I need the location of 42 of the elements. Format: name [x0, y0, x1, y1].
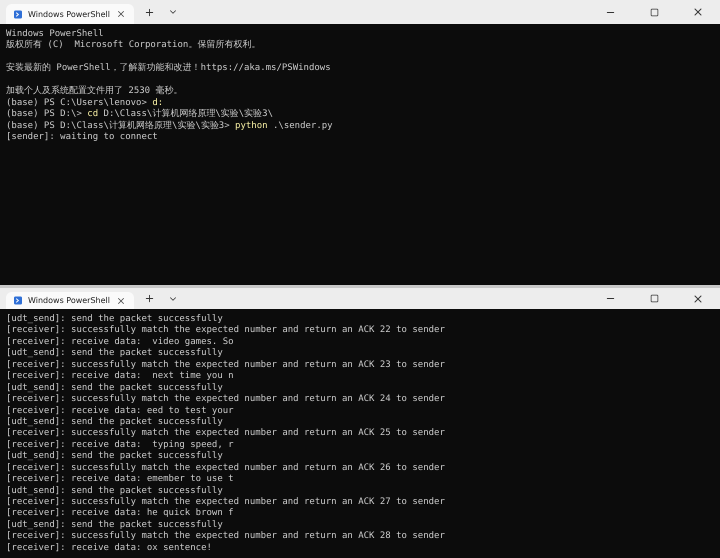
- output-text: [receiver]: successfully match the expected number and return an ACK 26 to sender: [6, 462, 445, 473]
- output-text: [receiver]: receive data: video games. So: [6, 336, 234, 347]
- output-text: [udt_send]: send the packet successfully: [6, 314, 223, 324]
- output-text: (base) PS D:\Class\计算机网络原理\实验\实验3>: [6, 120, 231, 130]
- output-text: [receiver]: receive data: eed to test your: [6, 406, 234, 416]
- powershell-icon: [14, 8, 22, 20]
- output-text: [udt_send]: send the packet successfully: [6, 520, 223, 530]
- output-text: [udt_send]: send the packet successfully: [6, 451, 223, 462]
- output-text: [receiver]: receive data: typing speed, r: [6, 440, 234, 450]
- output-text: [udt_send]: send the packet successfully: [6, 348, 223, 358]
- output-text: [receiver]: receive data: emember to use t: [6, 474, 234, 484]
- output-text: [receiver]: successfully match the expected number and return an ACK 22 to sender: [6, 325, 445, 336]
- output-text: [udt_send]: send the packet successfully: [6, 486, 223, 496]
- command-text: cd: [87, 109, 98, 120]
- tab-title: Windows PowerShell: [28, 10, 110, 18]
- output-text: [receiver]: successfully match the expected number and return an ACK 25 to sender: [6, 428, 445, 438]
- output-text: .\sender.py: [272, 120, 333, 130]
- output-text: [sender]: waiting to connect: [6, 132, 158, 142]
- terminal-tab[interactable]: Windows PowerShell: [6, 292, 134, 309]
- output-text: (base) PS C:\Users\lenovo>: [6, 98, 148, 108]
- output-text: 版权所有 (C) Microsoft Corporation。保留所有权利。: [6, 40, 260, 50]
- output-text: [receiver]: successfully match the expected number and return an ACK 23 to sender: [6, 360, 445, 370]
- command-text: d:: [152, 98, 164, 108]
- output-text: 安装最新的 PowerShell，了解新功能和改进！https://aka.ms/PSWindows: [6, 63, 331, 74]
- output-text: Windows PowerShell: [6, 29, 104, 39]
- output-text: [udt_send]: send the packet successfully: [6, 416, 223, 427]
- output-text: [receiver]: successfully match the expected number and return an ACK 28 to sender: [6, 531, 445, 542]
- output-text: [receiver]: successfully match the expected number and return an ACK 27 to sender: [6, 497, 445, 507]
- output-text: [udt_send]: send the packet successfully: [6, 382, 223, 393]
- output-text: (base) PS D:\>: [6, 109, 83, 120]
- command-text: python: [235, 120, 268, 130]
- output-text: 加载个人及系统配置文件用了 2530 毫秒。: [6, 86, 183, 96]
- powershell-icon: [14, 295, 22, 306]
- terminal-tab[interactable]: Windows PowerShell: [6, 4, 134, 24]
- output-text: [receiver]: receive data: next time you n: [6, 371, 234, 382]
- output-text: [receiver]: receive data: he quick brown f: [6, 508, 234, 518]
- close-icon[interactable]: [116, 296, 126, 306]
- output-text: [receiver]: receive data: ox sentence!: [6, 542, 212, 553]
- tab-title: Windows PowerShell: [28, 296, 110, 305]
- output-text: [receiver]: successfully match the expected number and return an ACK 24 to sender: [6, 394, 445, 404]
- close-icon[interactable]: [116, 9, 126, 19]
- output-text: D:\Class\计算机网络原理\实验\实验3\: [102, 109, 273, 120]
